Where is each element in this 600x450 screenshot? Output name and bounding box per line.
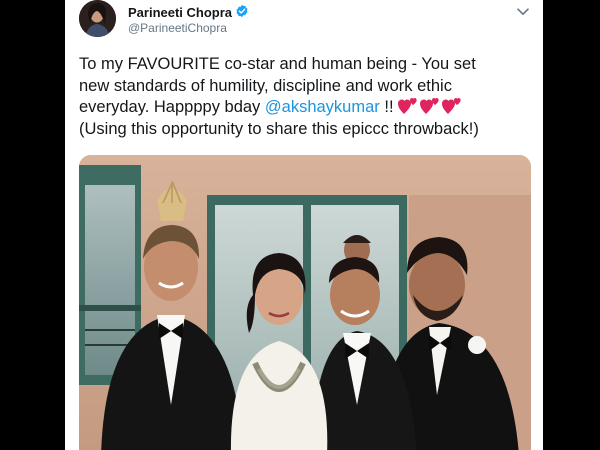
tweet-text-line-2: new standards of humility, discipline an… [79,76,452,95]
author-avatar[interactable] [79,0,116,37]
tweet-text: To my FAVOURITE co-star and human being … [79,54,534,140]
avatar-image [79,0,116,37]
tweet-text-line-3: everyday. Happppy bday @akshaykumar !! [79,97,534,119]
group-photo-illustration [79,155,531,450]
hearts-emoji-group [397,97,462,115]
mention-suffix: !! [379,98,394,116]
two-hearts-emoji-icon [441,98,461,114]
chevron-down-icon[interactable] [513,2,533,22]
tweet-text-line-1: To my FAVOURITE co-star and human being … [79,55,476,73]
verified-badge-icon [235,4,249,21]
author-handle[interactable]: @ParineetiChopra [128,21,227,35]
two-hearts-emoji-icon [419,98,439,114]
author-name-row[interactable]: Parineeti Chopra [128,4,249,21]
author-name[interactable]: Parineeti Chopra [128,5,232,20]
two-hearts-emoji-icon [397,98,417,114]
tweet-card: Parineeti Chopra @ParineetiChopra To my … [65,0,543,450]
tweet-text-line-4: (Using this opportunity to share this ep… [79,119,479,138]
tweet-photo[interactable] [79,155,531,450]
tweet-text-line-3-start: everyday. Happppy bday [79,98,261,116]
mention-link[interactable]: @akshaykumar [265,98,380,116]
